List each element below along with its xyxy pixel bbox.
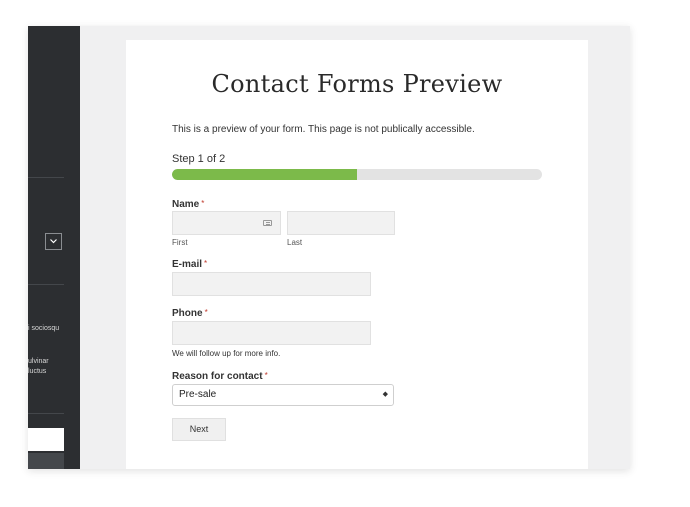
sidebar-divider bbox=[28, 177, 64, 178]
email-label: E-mail * bbox=[172, 259, 208, 270]
required-marker: * bbox=[204, 308, 208, 317]
reason-label: Reason for contact * bbox=[172, 371, 268, 382]
sidebar-divider bbox=[28, 413, 64, 414]
step-indicator: Step 1 of 2 bbox=[172, 153, 226, 165]
email-input[interactable] bbox=[172, 272, 371, 296]
sidebar-text: luctus bbox=[28, 368, 47, 375]
phone-input[interactable] bbox=[172, 321, 371, 345]
phone-help-text: We will follow up for more info. bbox=[172, 349, 281, 358]
admin-sidebar: i sociosqu ulvinar luctus bbox=[28, 26, 80, 469]
last-name-sublabel: Last bbox=[287, 238, 303, 247]
phone-label: Phone * bbox=[172, 308, 208, 319]
required-marker: * bbox=[204, 259, 208, 268]
select-arrows-icon: ◆ bbox=[382, 391, 388, 398]
first-name-sublabel: First bbox=[172, 238, 188, 247]
sidebar-text: ulvinar bbox=[28, 358, 49, 365]
reason-selected-value: Pre-sale bbox=[179, 389, 217, 400]
name-label: Name * bbox=[172, 199, 205, 210]
required-marker: * bbox=[264, 371, 268, 380]
progress-bar-fill bbox=[172, 169, 357, 180]
form-preview-card: Contact Forms Preview This is a preview … bbox=[126, 40, 588, 469]
required-marker: * bbox=[201, 199, 205, 208]
chevron-down-icon[interactable] bbox=[45, 233, 62, 250]
browser-window: i sociosqu ulvinar luctus Contact Forms … bbox=[28, 26, 630, 469]
first-name-input[interactable] bbox=[172, 211, 281, 235]
sidebar-divider bbox=[28, 284, 64, 285]
preview-notice: This is a preview of your form. This pag… bbox=[172, 124, 475, 135]
contact-card-icon bbox=[263, 220, 272, 226]
sidebar-input[interactable] bbox=[28, 428, 64, 451]
last-name-input[interactable] bbox=[287, 211, 395, 235]
reason-select[interactable]: Pre-sale ◆ bbox=[172, 384, 394, 406]
progress-bar bbox=[172, 169, 542, 180]
sidebar-text: i sociosqu bbox=[28, 325, 60, 332]
sidebar-button[interactable] bbox=[28, 453, 64, 469]
page-title: Contact Forms Preview bbox=[211, 70, 503, 98]
next-button[interactable]: Next bbox=[172, 418, 226, 441]
